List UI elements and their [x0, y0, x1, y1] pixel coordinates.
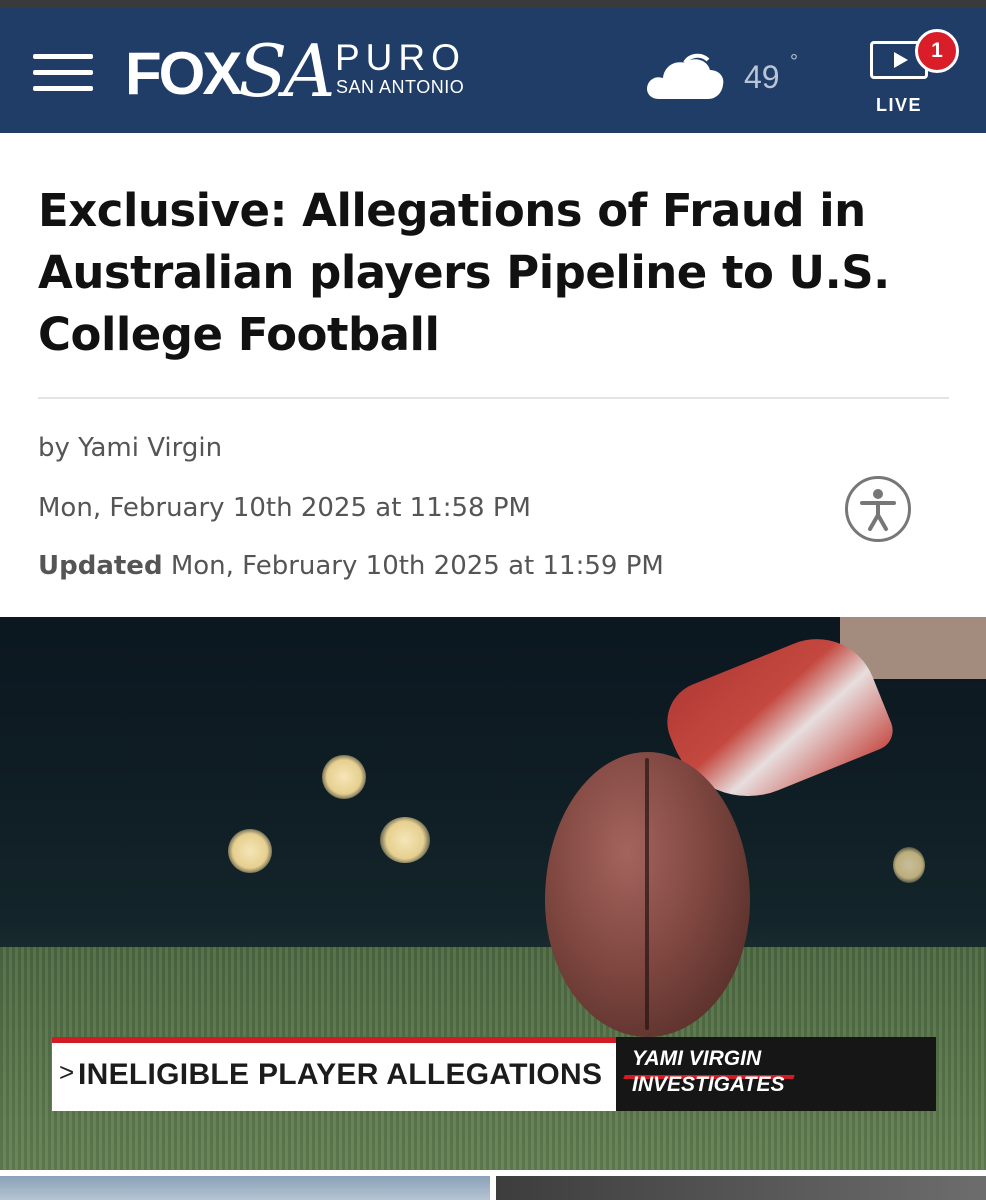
reporter-tag: YAMI VIRGIN INVESTIGATES	[632, 1046, 784, 1098]
stadium-light	[228, 829, 272, 873]
logo-fox-text: FOX	[125, 40, 242, 107]
reporter-name: YAMI VIRGIN	[632, 1047, 762, 1070]
live-label: LIVE	[875, 95, 922, 115]
news-lower-third: > INELIGIBLE PLAYER ALLEGATIONS YAMI VIR…	[52, 1037, 936, 1111]
headline-divider	[38, 397, 949, 399]
related-thumbnail[interactable]	[496, 1176, 986, 1200]
stadium-light	[893, 847, 925, 883]
logo-san-antonio-text: SAN ANTONIO	[336, 77, 465, 97]
live-video-button[interactable]: 1 LIVE	[862, 29, 962, 123]
logo-puro-text: PURO	[335, 37, 466, 78]
accessibility-figure-icon	[860, 489, 896, 531]
lower-third-headline: INELIGIBLE PLAYER ALLEGATIONS	[78, 1058, 603, 1091]
top-status-strip	[0, 0, 986, 7]
logo-sa-text: SA	[238, 29, 335, 113]
hero-image[interactable]: > INELIGIBLE PLAYER ALLEGATIONS YAMI VIR…	[0, 617, 986, 1170]
accessibility-icon[interactable]	[845, 476, 911, 542]
degree-symbol: °	[790, 51, 798, 73]
reporter-investigates: INVESTIGATES	[632, 1073, 785, 1096]
notification-badge: 1	[915, 29, 959, 73]
published-date: Mon, February 10th 2025 at 11:58 PM	[38, 493, 531, 523]
article-byline: by Yami Virgin	[38, 433, 223, 463]
stadium-light	[380, 817, 430, 863]
updated-label: Updated	[38, 551, 163, 581]
related-thumbnail[interactable]	[0, 1176, 490, 1200]
site-header: FOX SA PURO SAN ANTONIO 49 ° 1 LIVE	[0, 7, 986, 133]
football-seam	[645, 758, 649, 1030]
article-headline: Exclusive: Allegations of Fraud in Austr…	[38, 184, 890, 361]
related-thumbnails-row	[0, 1176, 986, 1200]
updated-date: Updated Mon, February 10th 2025 at 11:59…	[38, 551, 664, 581]
hamburger-menu-icon[interactable]	[33, 54, 93, 94]
chevron-right-icon: >	[59, 1057, 75, 1087]
football	[545, 752, 750, 1037]
temperature-value: 49	[744, 59, 780, 95]
stadium-light	[322, 755, 366, 799]
updated-date-value: Mon, February 10th 2025 at 11:59 PM	[170, 551, 664, 581]
weather-widget[interactable]: 49 °	[645, 47, 815, 107]
site-logo[interactable]: FOX SA PURO SAN ANTONIO	[125, 29, 485, 119]
cloud-icon	[647, 53, 724, 99]
